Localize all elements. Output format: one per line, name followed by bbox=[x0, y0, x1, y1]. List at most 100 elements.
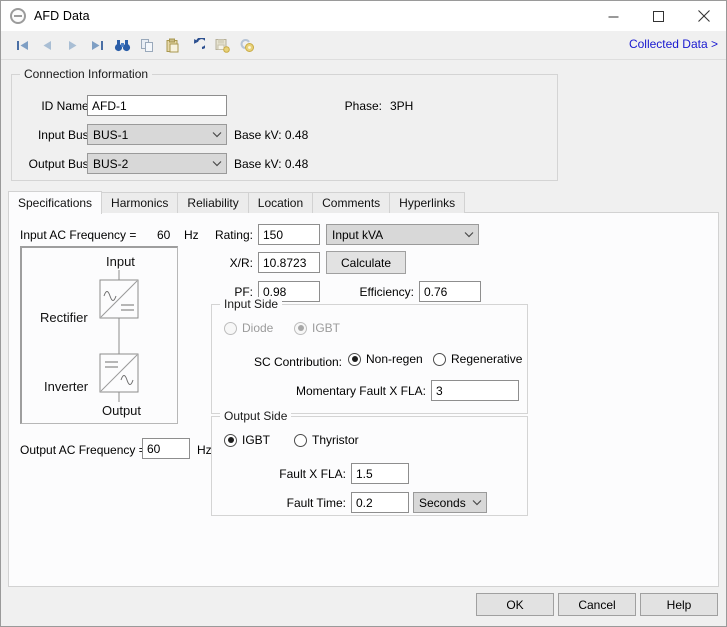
calculate-button-label: Calculate bbox=[341, 256, 391, 270]
momentary-fault-x-fla-label: Momentary Fault X FLA: bbox=[212, 384, 426, 398]
efficiency-input[interactable] bbox=[419, 281, 481, 302]
fault-x-fla-input[interactable] bbox=[351, 463, 409, 484]
phase-label: Phase: bbox=[322, 99, 382, 113]
next-record-icon[interactable] bbox=[61, 34, 83, 56]
output-bus-select[interactable]: BUS-2 bbox=[87, 153, 227, 174]
fault-time-unit-value: Seconds bbox=[419, 496, 468, 510]
tab-label: Hyperlinks bbox=[399, 196, 455, 210]
afd-data-dialog: AFD Data bbox=[0, 0, 727, 627]
converter-diagram: Input Rectifier Inverter Output bbox=[20, 246, 178, 424]
input-bus-label: Input Bus: bbox=[12, 128, 92, 142]
output-thyristor-label: Thyristor bbox=[312, 433, 359, 447]
fault-time-label: Fault Time: bbox=[212, 496, 346, 510]
chevron-down-icon bbox=[460, 231, 478, 238]
cancel-button-label: Cancel bbox=[578, 598, 615, 612]
undo-icon[interactable] bbox=[186, 34, 208, 56]
close-icon[interactable] bbox=[681, 1, 726, 31]
input-side-group: Input Side Diode IGBT SC Contribution: N… bbox=[211, 304, 528, 414]
tab-strip: Specifications Harmonics Reliability Loc… bbox=[8, 191, 464, 213]
save-icon[interactable] bbox=[211, 34, 233, 56]
ok-button[interactable]: OK bbox=[476, 593, 554, 616]
output-thyristor-radio[interactable]: Thyristor bbox=[294, 433, 359, 447]
output-bus-label: Output Bus: bbox=[12, 157, 92, 171]
radio-dot-icon bbox=[294, 434, 307, 447]
output-side-title: Output Side bbox=[220, 409, 291, 423]
title-bar: AFD Data bbox=[1, 1, 726, 31]
momentary-fault-x-fla-input[interactable] bbox=[431, 380, 519, 401]
connection-information-title: Connection Information bbox=[20, 67, 152, 81]
calculate-button[interactable]: Calculate bbox=[326, 251, 406, 274]
window-controls bbox=[591, 1, 726, 31]
tab-label: Location bbox=[258, 196, 303, 210]
cancel-button[interactable]: Cancel bbox=[558, 593, 636, 616]
sc-contribution-label: SC Contribution: bbox=[212, 355, 342, 369]
input-ac-frequency-value: 60 bbox=[157, 228, 170, 242]
xr-input[interactable] bbox=[258, 252, 320, 273]
chevron-down-icon bbox=[468, 499, 486, 506]
window-title: AFD Data bbox=[34, 9, 90, 23]
tab-label: Comments bbox=[322, 196, 380, 210]
settings-gear-icon[interactable] bbox=[236, 34, 258, 56]
radio-dot-icon bbox=[348, 353, 361, 366]
chevron-down-icon bbox=[208, 131, 226, 138]
input-bus-select[interactable]: BUS-1 bbox=[87, 124, 227, 145]
output-ac-frequency-input[interactable] bbox=[142, 438, 190, 459]
tab-label: Reliability bbox=[187, 196, 238, 210]
input-ac-frequency-label: Input AC Frequency = bbox=[20, 228, 136, 242]
first-record-icon[interactable] bbox=[11, 34, 33, 56]
tab-label: Harmonics bbox=[111, 196, 168, 210]
rating-unit-select[interactable]: Input kVA bbox=[326, 224, 479, 245]
chevron-down-icon bbox=[208, 160, 226, 167]
id-name-input[interactable] bbox=[87, 95, 227, 116]
tab-reliability[interactable]: Reliability bbox=[177, 192, 248, 213]
sc-regenerative-label: Regenerative bbox=[451, 352, 522, 366]
help-button[interactable]: Help bbox=[640, 593, 718, 616]
input-diode-radio[interactable]: Diode bbox=[224, 321, 273, 335]
fault-time-input[interactable] bbox=[351, 492, 409, 513]
collected-data-link[interactable]: Collected Data > bbox=[629, 37, 718, 51]
output-base-kv-label: Base kV: 0.48 bbox=[234, 157, 308, 171]
output-ac-frequency-unit: Hz bbox=[197, 443, 212, 457]
tab-specifications[interactable]: Specifications bbox=[8, 191, 102, 214]
fault-x-fla-label: Fault X FLA: bbox=[212, 467, 346, 481]
last-record-icon[interactable] bbox=[86, 34, 108, 56]
help-button-label: Help bbox=[667, 598, 692, 612]
phase-value: 3PH bbox=[390, 99, 413, 113]
rating-input[interactable] bbox=[258, 224, 320, 245]
output-side-group: Output Side IGBT Thyristor Fault X FLA: … bbox=[211, 416, 528, 516]
output-ac-frequency-label: Output AC Frequency = bbox=[20, 443, 146, 457]
sc-non-regen-radio[interactable]: Non-regen bbox=[348, 352, 423, 366]
previous-record-icon[interactable] bbox=[36, 34, 58, 56]
output-igbt-radio[interactable]: IGBT bbox=[224, 433, 270, 447]
xr-label: X/R: bbox=[179, 256, 253, 270]
tab-hyperlinks[interactable]: Hyperlinks bbox=[389, 192, 465, 213]
efficiency-label: Efficiency: bbox=[329, 285, 414, 299]
converter-schematic-icon bbox=[22, 248, 180, 426]
find-binoculars-icon[interactable] bbox=[111, 34, 133, 56]
connection-information-group: Connection Information ID Name: Input Bu… bbox=[11, 74, 558, 181]
tab-harmonics[interactable]: Harmonics bbox=[101, 192, 178, 213]
radio-dot-icon bbox=[224, 322, 237, 335]
maximize-icon[interactable] bbox=[636, 1, 681, 31]
copy-icon[interactable] bbox=[136, 34, 158, 56]
id-name-label: ID Name: bbox=[12, 99, 92, 113]
input-diode-label: Diode bbox=[242, 321, 273, 335]
minimize-icon[interactable] bbox=[591, 1, 636, 31]
input-side-title: Input Side bbox=[220, 297, 282, 311]
toolbar: Collected Data > bbox=[1, 31, 726, 60]
sc-regenerative-radio[interactable]: Regenerative bbox=[433, 352, 522, 366]
tab-location[interactable]: Location bbox=[248, 192, 313, 213]
input-igbt-radio[interactable]: IGBT bbox=[294, 321, 340, 335]
tab-comments[interactable]: Comments bbox=[312, 192, 390, 213]
radio-dot-icon bbox=[294, 322, 307, 335]
input-igbt-label: IGBT bbox=[312, 321, 340, 335]
radio-dot-icon bbox=[224, 434, 237, 447]
input-base-kv-label: Base kV: 0.48 bbox=[234, 128, 308, 142]
paste-icon[interactable] bbox=[161, 34, 183, 56]
tab-label: Specifications bbox=[18, 196, 92, 210]
specifications-tab-panel: Input AC Frequency = 60 Hz Input Rectifi… bbox=[8, 212, 719, 587]
fault-time-unit-select[interactable]: Seconds bbox=[413, 492, 487, 513]
rating-label: Rating: bbox=[179, 228, 253, 242]
rating-unit-value: Input kVA bbox=[332, 228, 460, 242]
radio-dot-icon bbox=[433, 353, 446, 366]
